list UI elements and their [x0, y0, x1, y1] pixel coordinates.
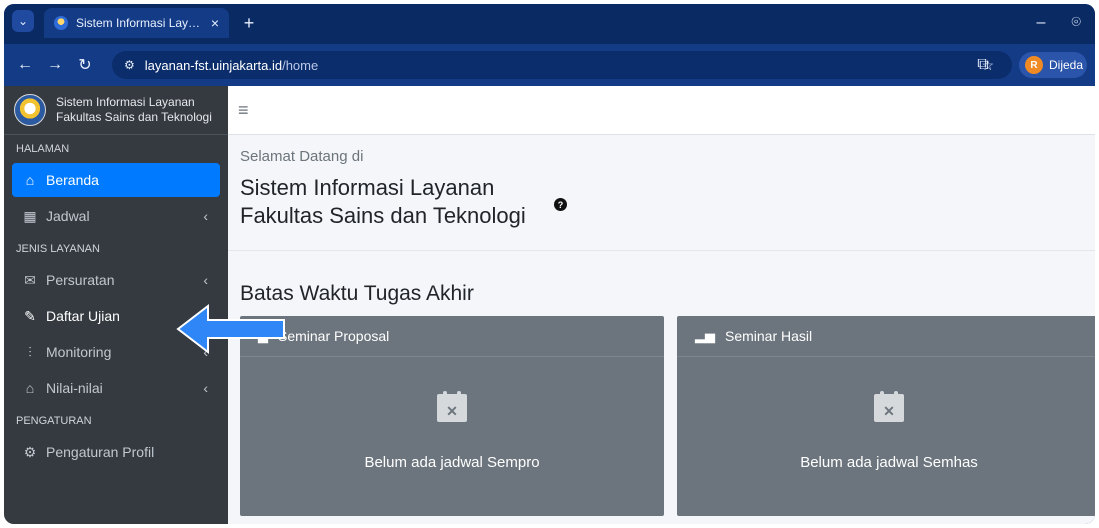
- sidebar-item-label: Nilai-nilai: [46, 380, 103, 396]
- empty-state-text: Belum ada jadwal Sempro: [364, 454, 540, 471]
- card-header: ▂▅ Seminar Hasil: [677, 316, 1095, 357]
- forward-icon[interactable]: →: [44, 55, 66, 75]
- brand-line-1: Sistem Informasi Layanan: [56, 95, 195, 109]
- window-controls: – ⌾: [1036, 14, 1081, 32]
- reload-icon[interactable]: ↻: [74, 55, 96, 75]
- graduation-cap-icon: ⌂: [25, 380, 35, 396]
- tab-search-icon[interactable]: ⌄: [12, 10, 34, 32]
- card-seminar-hasil: ▂▅ Seminar Hasil ✕ Belum ada jadwal Semh…: [677, 316, 1095, 516]
- restore-icon[interactable]: ⌾: [1071, 14, 1081, 32]
- sidebar-item-label: Monitoring: [46, 344, 112, 360]
- tab-title: Sistem Informasi Layanan FST: [76, 16, 206, 30]
- sidebar-item-label: Jadwal: [46, 208, 90, 224]
- url-text[interactable]: layanan-fst.uinjakarta.id/home: [145, 58, 318, 73]
- chevron-left-icon: ‹: [203, 272, 208, 288]
- university-logo-icon: [14, 94, 46, 126]
- url-path: /home: [282, 57, 319, 73]
- page-title-line-2: Fakultas Sains dan Teknologi: [240, 203, 526, 228]
- profile-name: Dijeda: [1049, 58, 1084, 72]
- card-header: ▆ Seminar Proposal: [240, 316, 664, 357]
- app-area: Sistem Informasi Layanan Fakultas Sains …: [4, 86, 1095, 524]
- sidebar-item-jadwal[interactable]: ▦ Jadwal ‹: [12, 199, 220, 233]
- welcome-text: Selamat Datang di: [240, 148, 364, 165]
- sidebar-item-nilai-nilai[interactable]: ⌂ Nilai-nilai ‹: [12, 371, 220, 405]
- address-bar[interactable]: ⚙ layanan-fst.uinjakarta.id/home ☆: [112, 51, 1012, 79]
- brand-text: Sistem Informasi Layanan Fakultas Sains …: [56, 95, 212, 125]
- sidebar-section-jenis-layanan: JENIS LAYANAN: [16, 243, 100, 255]
- content-divider: [228, 250, 1095, 251]
- sidebar-item-label: Pengaturan Profil: [46, 444, 155, 460]
- brand-line-2: Fakultas Sains dan Teknologi: [56, 110, 212, 124]
- extensions-icon[interactable]: ⧉: [972, 55, 994, 75]
- url-host: layanan-fst.uinjakarta.id: [144, 57, 283, 73]
- edit-icon: ✎: [24, 307, 36, 324]
- sidebar-item-label: Beranda: [46, 172, 99, 188]
- sidebar-item-persuratan[interactable]: ✉ Persuratan ‹: [12, 263, 220, 297]
- sidebar-section-halaman: HALAMAN: [16, 143, 70, 155]
- profile-button[interactable]: R Dijeda: [1019, 52, 1087, 78]
- calendar-times-icon: ✕: [437, 391, 467, 422]
- calendar-times-icon: ✕: [874, 391, 904, 422]
- sidebar-item-label: Persuratan: [46, 272, 115, 288]
- empty-state-text: Belum ada jadwal Semhas: [800, 454, 978, 471]
- hamburger-menu-icon[interactable]: ≡: [238, 100, 249, 121]
- tab-strip: ⌄ Sistem Informasi Layanan FST × + – ⌾: [4, 4, 1095, 44]
- pointer-arrow-icon: [176, 304, 285, 354]
- chevron-left-icon: ‹: [203, 380, 208, 396]
- gears-icon: ⚙: [23, 443, 37, 460]
- browser-tab[interactable]: Sistem Informasi Layanan FST ×: [44, 8, 229, 38]
- page-title: Sistem Informasi Layanan Fakultas Sains …: [240, 174, 526, 230]
- card-title: Seminar Hasil: [725, 328, 813, 344]
- chart-icon: ⫶: [28, 343, 32, 360]
- brand[interactable]: Sistem Informasi Layanan Fakultas Sains …: [4, 86, 228, 135]
- chevron-left-icon: ‹: [203, 208, 208, 224]
- favicon-icon: [54, 16, 68, 30]
- main-content: ≡ Selamat Datang di Sistem Informasi Lay…: [228, 86, 1095, 524]
- chart-icon: ▂▅: [695, 328, 715, 343]
- tab-close-icon[interactable]: ×: [211, 15, 219, 31]
- sidebar-section-pengaturan: PENGATURAN: [16, 415, 92, 427]
- mail-icon: ✉: [24, 271, 36, 288]
- browser-window: ⌄ Sistem Informasi Layanan FST × + – ⌾ ←…: [4, 4, 1095, 524]
- section-title: Batas Waktu Tugas Akhir: [240, 282, 474, 305]
- sidebar-item-beranda[interactable]: ⌂ Beranda: [12, 163, 220, 197]
- page-title-line-1: Sistem Informasi Layanan: [240, 175, 495, 200]
- card-title: Seminar Proposal: [278, 328, 390, 344]
- minimize-icon[interactable]: –: [1036, 14, 1045, 32]
- new-tab-button[interactable]: +: [238, 12, 260, 34]
- profile-avatar: R: [1025, 56, 1043, 74]
- sidebar-item-label: Daftar Ujian: [46, 308, 120, 324]
- top-navbar: ≡: [228, 86, 1095, 135]
- card-seminar-proposal: ▆ Seminar Proposal ✕ Belum ada jadwal Se…: [240, 316, 664, 516]
- calendar-icon: ▦: [23, 207, 37, 224]
- back-icon[interactable]: ←: [14, 55, 36, 75]
- sidebar-item-pengaturan-profil[interactable]: ⚙ Pengaturan Profil: [12, 435, 220, 469]
- home-icon: ⌂: [25, 172, 35, 188]
- help-icon[interactable]: ?: [554, 198, 567, 211]
- site-info-icon[interactable]: ⚙: [124, 58, 135, 72]
- browser-toolbar: ← → ↻ ⚙ layanan-fst.uinjakarta.id/home ☆…: [4, 44, 1095, 86]
